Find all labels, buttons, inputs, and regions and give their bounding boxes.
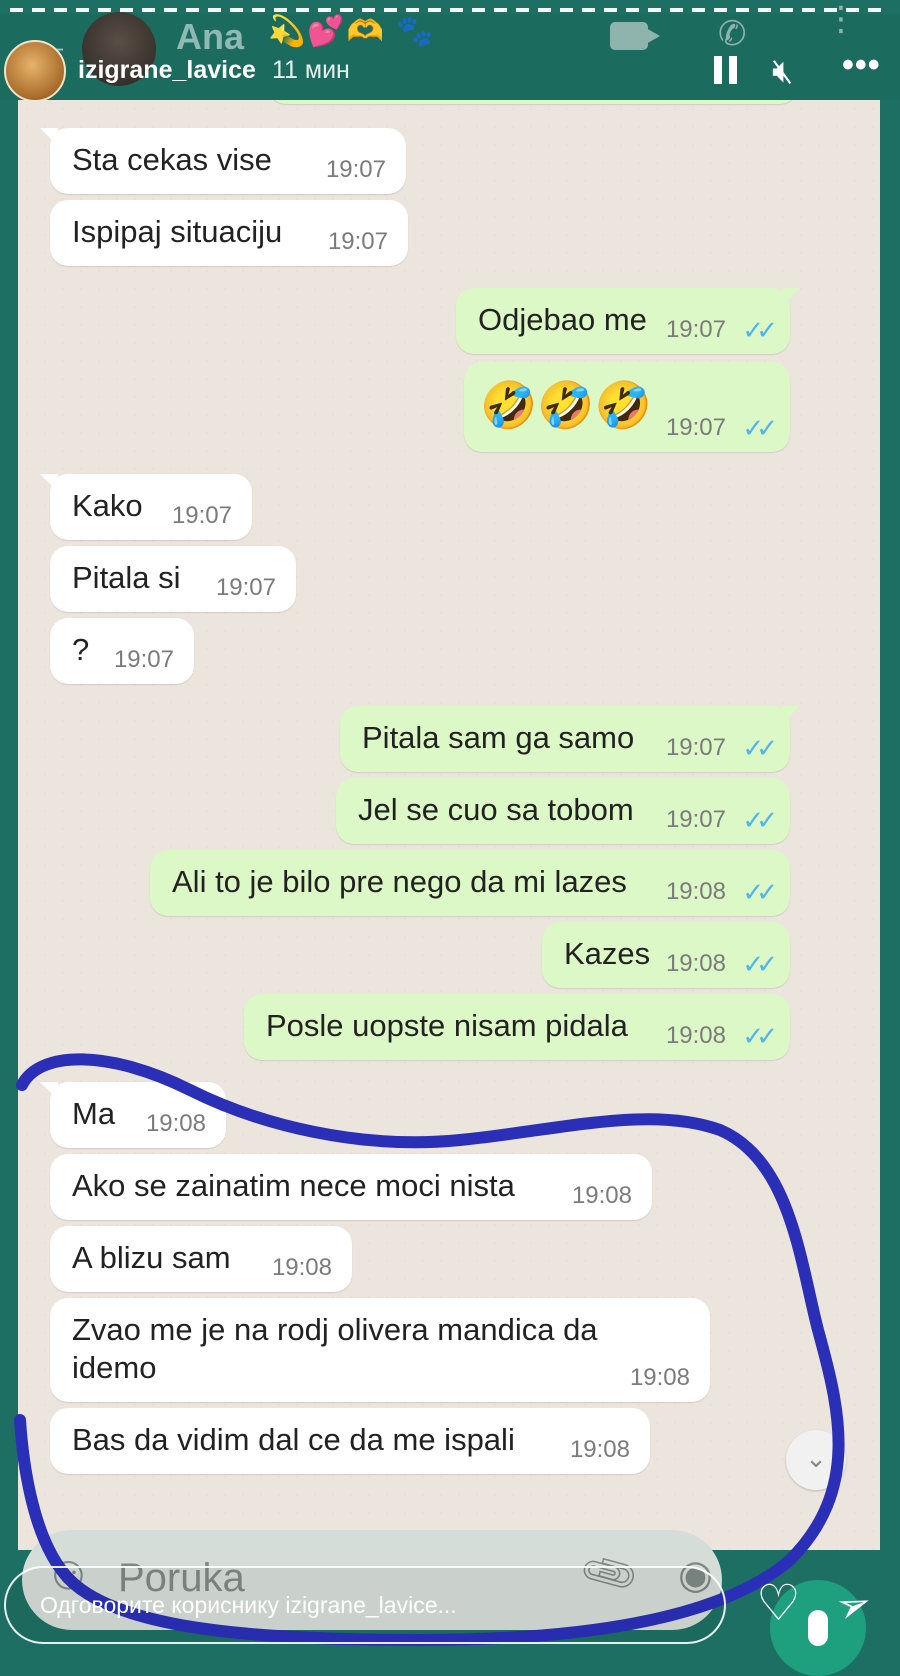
- double-check-icon: ✓✓: [742, 733, 777, 763]
- message-text-line2: idemo: [72, 1350, 157, 1385]
- message-time: 19:07: [215, 574, 276, 601]
- message-time: 19:07: [665, 414, 726, 441]
- message-bubble-partial: [268, 100, 798, 104]
- message-bubble: Posle uopste nisam pidala 19:08 ✓✓: [244, 994, 790, 1060]
- laughing-emoji-icon: 🤣🤣🤣: [480, 379, 652, 431]
- message-time: 19:08: [569, 1436, 630, 1463]
- message-text: Sta cekas vise: [72, 142, 272, 177]
- message-time: 19:07: [665, 316, 726, 343]
- double-check-icon: ✓✓: [742, 1021, 777, 1051]
- message-text: Kazes: [564, 936, 651, 971]
- message-bubble: Zvao me je na rodj olivera mandica da id…: [50, 1298, 710, 1402]
- double-check-icon: ✓✓: [742, 413, 777, 443]
- video-call-icon: [610, 22, 660, 50]
- message-text: A blizu sam: [72, 1240, 231, 1275]
- message-text: Posle uopste nisam pidala: [266, 1008, 628, 1043]
- scroll-down-button[interactable]: ⌄: [786, 1430, 846, 1490]
- message-time: 19:07: [665, 806, 726, 833]
- message-text: Pitala si: [72, 560, 181, 595]
- more-options-icon[interactable]: •••: [842, 46, 881, 85]
- message-text: Ali to je bilo pre nego da mi lazes: [172, 864, 627, 899]
- message-bubble: Sta cekas vise 19:07: [50, 128, 406, 194]
- message-text: Ispipaj situaciju: [72, 214, 283, 249]
- message-bubble: Pitala sam ga samo 19:07 ✓✓: [340, 706, 790, 772]
- message-bubble: Bas da vidim dal ce da me ispali 19:08: [50, 1408, 650, 1474]
- message-text: Pitala sam ga samo: [362, 720, 635, 755]
- message-text: Bas da vidim dal ce da me ispali: [72, 1422, 515, 1457]
- message-time: 19:08: [665, 878, 726, 905]
- message-text: Jel se cuo sa tobom: [358, 792, 634, 827]
- double-check-icon: ✓✓: [742, 805, 777, 835]
- story-reply-placeholder: Одговорите кориснику izigrane_lavice...: [40, 1592, 457, 1618]
- mic-icon: [808, 1610, 828, 1646]
- message-text: Odjebao me: [478, 302, 647, 337]
- message-bubble: Pitala si 19:07: [50, 546, 296, 612]
- contact-name-emoji: 💫💕🫶 🐾: [268, 15, 436, 48]
- message-bubble: Odjebao me 19:07 ✓✓: [456, 288, 790, 354]
- story-user-avatar[interactable]: [4, 40, 66, 102]
- phone-call-icon: ✆: [718, 15, 747, 53]
- message-text: Ma: [72, 1096, 116, 1131]
- message-time: 19:08: [571, 1182, 632, 1209]
- heart-icon[interactable]: ♡: [756, 1574, 801, 1632]
- mute-icon[interactable]: 🔇︎: [772, 52, 793, 91]
- double-check-icon: ✓✓: [742, 877, 777, 907]
- message-time: 19:08: [271, 1254, 332, 1281]
- message-bubble: Ma 19:08: [50, 1082, 226, 1148]
- message-bubble: Ali to je bilo pre nego da mi lazes 19:0…: [150, 850, 790, 916]
- message-time: 19:07: [665, 734, 726, 761]
- message-bubble: A blizu sam 19:08: [50, 1226, 352, 1292]
- story-progress-bar: [10, 8, 890, 12]
- message-text: Zvao me je na rodj olivera mandica da: [72, 1312, 598, 1347]
- message-time: 19:07: [325, 156, 386, 183]
- message-bubble: Ispipaj situaciju 19:07: [50, 200, 408, 266]
- message-bubble: ? 19:07: [50, 618, 194, 684]
- message-bubble: Kazes 19:08 ✓✓: [542, 922, 790, 988]
- story-username[interactable]: izigrane_lavice: [78, 56, 256, 85]
- message-time: 19:08: [629, 1364, 690, 1391]
- message-bubble: 🤣🤣🤣 19:07 ✓✓: [464, 362, 790, 452]
- chat-area: Sta cekas vise 19:07 Ispipaj situaciju 1…: [18, 100, 880, 1550]
- message-time: 19:08: [665, 1022, 726, 1049]
- message-text: Kako: [72, 488, 143, 523]
- double-check-icon: ✓✓: [742, 315, 777, 345]
- message-time: 19:08: [145, 1110, 206, 1137]
- message-text: Ako se zainatim nece moci nista: [72, 1168, 515, 1203]
- double-check-icon: ✓✓: [742, 949, 777, 979]
- message-time: 19:07: [327, 228, 388, 255]
- message-bubble: Kako 19:07: [50, 474, 252, 540]
- chevron-down-icon: ⌄: [805, 1443, 827, 1473]
- message-time: 19:07: [113, 646, 174, 673]
- message-time: 19:08: [665, 950, 726, 977]
- message-time: 19:07: [171, 502, 232, 529]
- message-bubble: Jel se cuo sa tobom 19:07 ✓✓: [336, 778, 790, 844]
- kebab-menu-icon: ⋮: [824, 2, 858, 36]
- message-text: ?: [72, 632, 90, 667]
- pause-icon[interactable]: [714, 56, 738, 84]
- contact-name: Ana: [176, 16, 245, 57]
- story-time-ago: 11 мин: [272, 56, 350, 84]
- message-bubble: Ako se zainatim nece moci nista 19:08: [50, 1154, 652, 1220]
